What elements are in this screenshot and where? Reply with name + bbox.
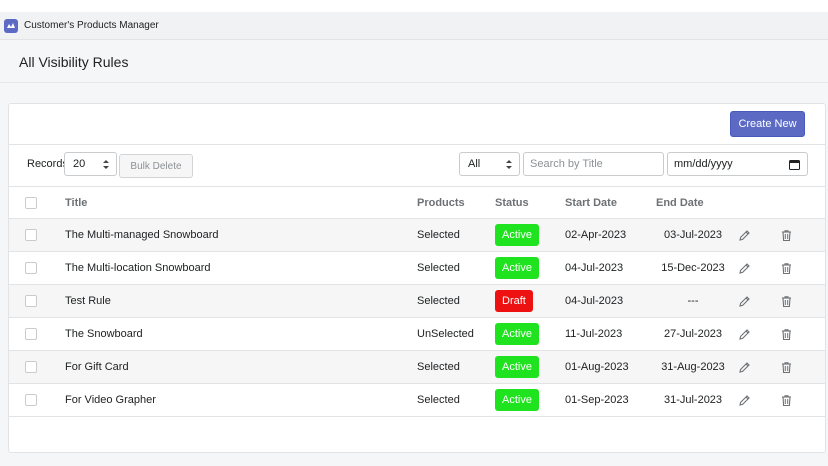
rule-end-date: 31-Aug-2023 [661,361,725,373]
records-per-page-select[interactable]: 20 [64,152,117,176]
select-all-checkbox[interactable] [25,196,37,209]
rule-title: The Snowboard [65,328,143,340]
rule-end-date: 27-Jul-2023 [663,328,723,340]
rule-products: Selected [417,394,460,406]
date-filter-input[interactable]: mm/dd/yyyy [667,152,808,176]
trash-icon[interactable] [780,219,794,251]
row-select-cell [25,285,41,317]
table-row[interactable]: For Gift Card Selected Active 01-Aug-202… [9,351,825,384]
status-badge: Active [495,257,539,279]
status-filter-select[interactable]: All [459,152,520,176]
row-select-cell [25,384,41,416]
column-header-status[interactable]: Status [495,187,529,218]
status-badge: Draft [495,290,533,312]
divider [0,82,828,83]
rule-end-date: 03-Jul-2023 [663,229,723,241]
records-select-value: 20 [73,158,86,170]
rule-start-date: 01-Sep-2023 [565,394,629,406]
rule-end-date: 15-Dec-2023 [661,262,725,274]
table-row[interactable]: The Multi-managed Snowboard Selected Act… [9,219,825,252]
row-select-cell [25,318,41,350]
rule-title: Test Rule [65,295,111,307]
app-logo-icon [4,18,18,33]
rule-status-cell: Active [495,318,539,350]
rules-table: Title Products Status Start Date End Dat… [9,187,825,417]
row-checkbox[interactable] [25,361,37,373]
filter-select-value: All [468,158,481,170]
trash-icon[interactable] [780,252,794,284]
rule-status-cell: Active [495,252,539,284]
row-checkbox[interactable] [25,328,37,340]
column-header-title[interactable]: Title [65,187,87,218]
rule-title: For Gift Card [65,361,129,373]
rule-end-date: 31-Jul-2023 [663,394,723,406]
records-label: Records [27,158,68,170]
pencil-icon[interactable] [738,285,752,317]
row-select-cell [25,252,41,284]
row-checkbox[interactable] [25,262,37,274]
rule-products: Selected [417,361,460,373]
rule-status-cell: Active [495,351,539,383]
up-down-arrows-icon [103,160,109,169]
trash-icon[interactable] [780,285,794,317]
calendar-icon[interactable] [789,159,800,170]
rule-products: UnSelected [417,328,474,340]
rule-status-cell: Active [495,219,539,251]
rule-end-date: --- [687,295,699,307]
column-header-end-date[interactable]: End Date [656,187,730,218]
page-title: All Visibility Rules [19,54,129,70]
select-all-cell [25,187,41,218]
page: All Visibility Rules Create New Records … [0,40,828,466]
table-body: The Multi-managed Snowboard Selected Act… [9,219,825,417]
pencil-icon[interactable] [738,384,752,416]
trash-icon[interactable] [780,318,794,350]
rule-title: The Multi-managed Snowboard [65,229,219,241]
divider [9,144,825,145]
table-row[interactable]: For Video Grapher Selected Active 01-Sep… [9,384,825,417]
table-row[interactable]: Test Rule Selected Draft 04-Jul-2023 --- [9,285,825,318]
rule-title: For Video Grapher [65,394,156,406]
pencil-icon[interactable] [738,351,752,383]
column-header-start-date[interactable]: Start Date [565,187,617,218]
status-badge: Active [495,356,539,378]
window-top-strip [0,0,828,12]
rule-status-cell: Active [495,384,539,416]
app-bar: Customer's Products Manager [0,12,828,40]
column-header-products[interactable]: Products [417,187,465,218]
status-badge: Active [495,323,539,345]
rule-products: Selected [417,295,460,307]
rules-card: Create New Records 20 Bulk Delete All mm… [8,103,826,453]
row-checkbox[interactable] [25,295,37,307]
rule-status-cell: Draft [495,285,533,317]
rule-start-date: 04-Jul-2023 [565,295,624,307]
search-input[interactable] [523,152,664,176]
date-placeholder: mm/dd/yyyy [674,158,733,170]
rule-start-date: 02-Apr-2023 [565,229,627,241]
trash-icon[interactable] [780,351,794,383]
status-badge: Active [495,389,539,411]
row-select-cell [25,219,41,251]
row-select-cell [25,351,41,383]
table-row[interactable]: The Multi-location Snowboard Selected Ac… [9,252,825,285]
pencil-icon[interactable] [738,318,752,350]
create-new-button[interactable]: Create New [730,111,805,137]
status-badge: Active [495,224,539,246]
row-checkbox[interactable] [25,394,37,406]
pencil-icon[interactable] [738,219,752,251]
table-row[interactable]: The Snowboard UnSelected Active 11-Jul-2… [9,318,825,351]
row-checkbox[interactable] [25,229,37,241]
bulk-delete-button[interactable]: Bulk Delete [119,154,193,178]
rule-products: Selected [417,229,460,241]
trash-icon[interactable] [780,384,794,416]
table-header-row: Title Products Status Start Date End Dat… [9,187,825,219]
rule-start-date: 11-Jul-2023 [565,328,623,340]
rule-start-date: 04-Jul-2023 [565,262,624,274]
pencil-icon[interactable] [738,252,752,284]
app-title: Customer's Products Manager [24,20,159,31]
rule-title: The Multi-location Snowboard [65,262,211,274]
rule-start-date: 01-Aug-2023 [565,361,629,373]
up-down-arrows-icon [506,160,512,169]
rule-products: Selected [417,262,460,274]
